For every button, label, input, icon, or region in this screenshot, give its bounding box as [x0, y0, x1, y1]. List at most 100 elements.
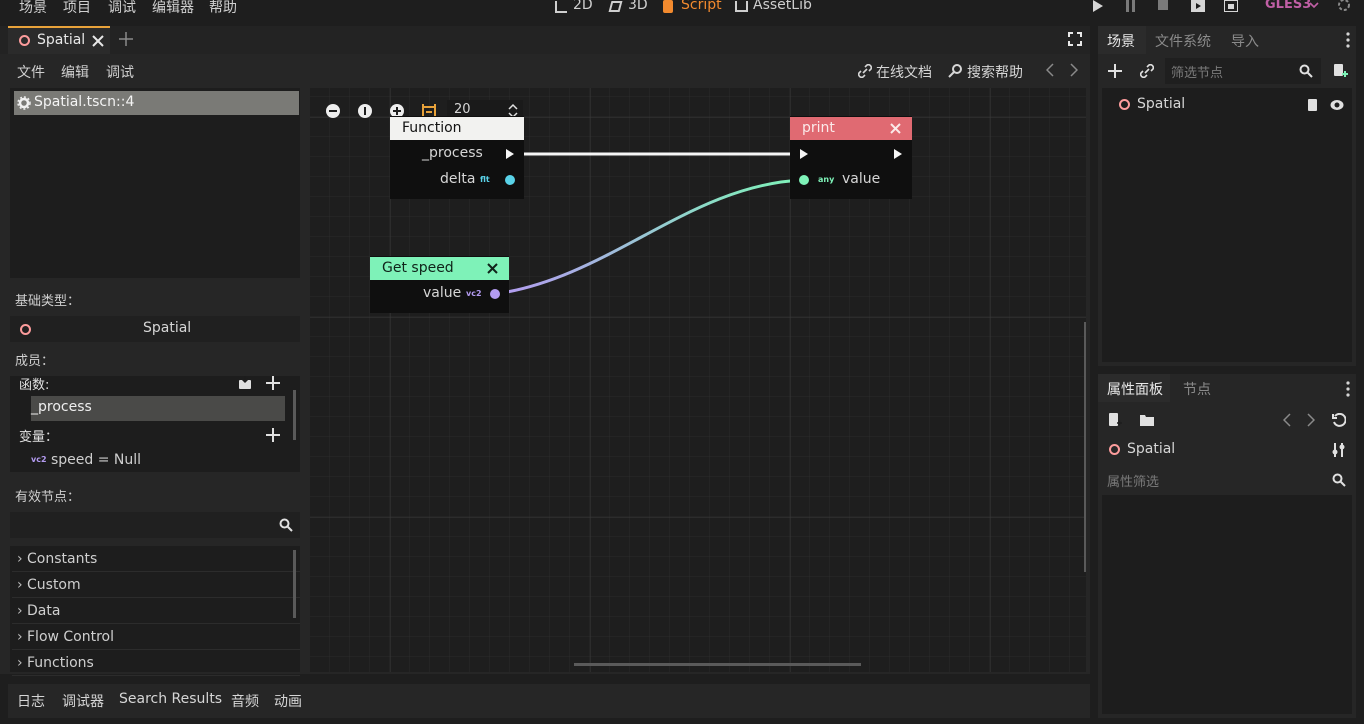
- scene-tree-root[interactable]: Spatial: [1110, 94, 1350, 116]
- base-type-select[interactable]: Spatial: [10, 316, 300, 342]
- any-type-icon: any: [818, 175, 835, 184]
- chevron-right-icon: ›: [17, 655, 23, 671]
- play-icon[interactable]: [1092, 0, 1104, 12]
- sequence-in-port-icon[interactable]: [799, 148, 809, 160]
- tab-filesystem[interactable]: 文件系统: [1155, 31, 1211, 51]
- available-nodes-label: 有效节点：: [15, 490, 81, 505]
- script-list-item[interactable]: Spatial.tscn::4: [14, 91, 299, 115]
- property-filter-input[interactable]: 属性筛选: [1102, 468, 1352, 492]
- available-node-category[interactable]: › Functions: [12, 650, 300, 676]
- bottom-tab[interactable]: 日志: [17, 691, 45, 711]
- function-item-label: _process: [31, 399, 92, 415]
- available-node-category[interactable]: › Data: [12, 598, 300, 624]
- sequence-out-port-icon[interactable]: [893, 148, 903, 160]
- menu-editor[interactable]: 编辑器: [152, 0, 194, 17]
- override-icon[interactable]: [238, 376, 252, 390]
- tab-import[interactable]: 导入: [1231, 31, 1259, 51]
- sequence-port-icon[interactable]: [505, 148, 515, 160]
- flt-type-icon: flt: [480, 175, 490, 184]
- add-node-icon[interactable]: [1108, 64, 1122, 78]
- add-variable-icon[interactable]: [266, 428, 280, 442]
- chevron-right-icon: ›: [17, 577, 23, 593]
- close-icon[interactable]: [92, 35, 104, 47]
- delta-output-port[interactable]: [505, 175, 515, 185]
- scene-tab-bar: [0, 26, 1090, 54]
- play-custom-scene-icon[interactable]: [1224, 0, 1238, 12]
- assetlib-icon: [735, 1, 748, 12]
- play-scene-icon[interactable]: [1191, 0, 1205, 12]
- attach-script-icon[interactable]: [1332, 63, 1348, 79]
- open-folder-icon[interactable]: [1140, 414, 1154, 426]
- chevron-right-icon[interactable]: [1307, 413, 1315, 427]
- search-help-icon: [948, 64, 962, 78]
- bottom-tab[interactable]: Search Results: [119, 691, 222, 707]
- visibility-eye-icon[interactable]: [1330, 99, 1344, 111]
- stop-icon[interactable]: [1157, 0, 1169, 12]
- search-icon: [279, 518, 293, 532]
- filter-nodes-placeholder: 筛选节点: [1171, 66, 1224, 81]
- available-node-category[interactable]: › Flow Control: [12, 624, 300, 650]
- script-menu-edit[interactable]: 编辑: [61, 62, 89, 82]
- variable-item[interactable]: vc2 speed = Null: [31, 449, 261, 473]
- available-node-category[interactable]: › Constants: [12, 546, 300, 572]
- menu-help[interactable]: 帮助: [209, 0, 237, 17]
- script-menu-file[interactable]: 文件: [17, 62, 45, 82]
- speed-output-port[interactable]: [490, 289, 500, 299]
- base-type-label: 基础类型：: [15, 294, 81, 309]
- chevron-left-icon[interactable]: [1046, 63, 1054, 77]
- 3d-icon: [608, 1, 623, 12]
- available-nodes-search[interactable]: [10, 512, 300, 538]
- menu-project[interactable]: 项目: [63, 0, 91, 17]
- add-function-icon[interactable]: [266, 376, 280, 390]
- add-tab-icon[interactable]: [119, 32, 133, 46]
- online-docs-link[interactable]: 在线文档: [876, 62, 932, 82]
- workspace-assetlib-label: AssetLib: [753, 0, 812, 13]
- chevron-left-icon[interactable]: [1283, 413, 1291, 427]
- pause-icon[interactable]: [1125, 0, 1137, 12]
- history-icon[interactable]: [1332, 413, 1346, 427]
- close-icon[interactable]: [487, 263, 498, 274]
- script-icon: [663, 0, 673, 13]
- new-resource-icon[interactable]: [1108, 413, 1122, 427]
- function-item[interactable]: _process: [31, 396, 285, 421]
- tab-spatial-label: Spatial: [37, 32, 86, 48]
- chevron-right-icon: ›: [17, 551, 23, 567]
- chevron-right-icon[interactable]: [1070, 63, 1078, 77]
- bottom-tab[interactable]: 调试器: [62, 691, 104, 711]
- menu-scene[interactable]: 场景: [19, 0, 47, 17]
- members-scrollbar[interactable]: [293, 390, 296, 440]
- tab-scene[interactable]: 场景: [1098, 26, 1146, 54]
- spatial-node-icon: [1109, 444, 1120, 455]
- bottom-tab[interactable]: 音频: [231, 691, 259, 711]
- graph-vscrollbar[interactable]: [1084, 322, 1086, 572]
- link-icon: [858, 64, 872, 78]
- close-icon[interactable]: [890, 123, 901, 134]
- inspected-object[interactable]: Spatial: [1102, 439, 1352, 463]
- available-node-category[interactable]: › Custom: [12, 572, 300, 598]
- value-input-port[interactable]: [799, 175, 809, 185]
- filter-nodes-input[interactable]: 筛选节点: [1165, 58, 1321, 84]
- script-icon[interactable]: [1307, 98, 1319, 112]
- script-menu-debug[interactable]: 调试: [106, 62, 134, 82]
- scene-tree: [1102, 88, 1352, 362]
- available-node-category-label: Flow Control: [27, 629, 115, 645]
- menu-dots-icon[interactable]: [1346, 381, 1350, 397]
- menu-dots-icon[interactable]: [1346, 32, 1350, 48]
- fullscreen-icon[interactable]: [1068, 32, 1082, 46]
- renderer-select[interactable]: GLES3: [1265, 0, 1311, 12]
- chevron-down-icon: [1309, 2, 1319, 9]
- tab-inspector[interactable]: 属性面板: [1098, 374, 1170, 402]
- zoom-out-icon[interactable]: [326, 104, 340, 118]
- tab-spatial[interactable]: Spatial: [8, 26, 110, 54]
- graph-hscrollbar[interactable]: [574, 663, 861, 666]
- workspace-2d-label: 2D: [573, 0, 593, 13]
- node-function-title[interactable]: Function: [390, 117, 524, 140]
- tab-node[interactable]: 节点: [1183, 379, 1211, 399]
- menu-debug[interactable]: 调试: [108, 0, 136, 17]
- instance-link-icon[interactable]: [1140, 64, 1154, 78]
- tools-icon[interactable]: [1332, 443, 1346, 457]
- zoom-reset-icon[interactable]: [358, 104, 372, 118]
- search-help-link[interactable]: 搜索帮助: [967, 62, 1023, 82]
- available-nodes-scrollbar[interactable]: [293, 550, 296, 618]
- bottom-tab[interactable]: 动画: [274, 691, 302, 711]
